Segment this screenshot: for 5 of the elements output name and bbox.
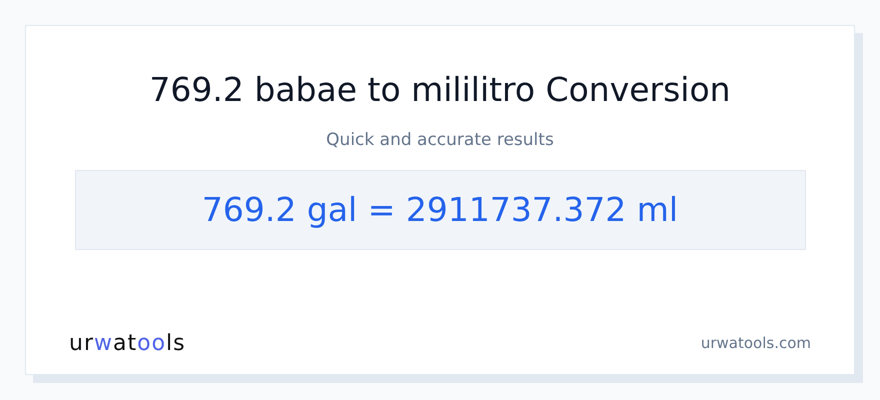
- conversion-result: 769.2 gal = 2911737.372 ml: [74, 170, 806, 250]
- page-title: 769.2 babae to mililitro Conversion: [149, 70, 731, 110]
- subtitle: Quick and accurate results: [326, 129, 554, 152]
- logo: urwatools: [69, 330, 186, 358]
- site-url: urwatools.com: [700, 333, 811, 354]
